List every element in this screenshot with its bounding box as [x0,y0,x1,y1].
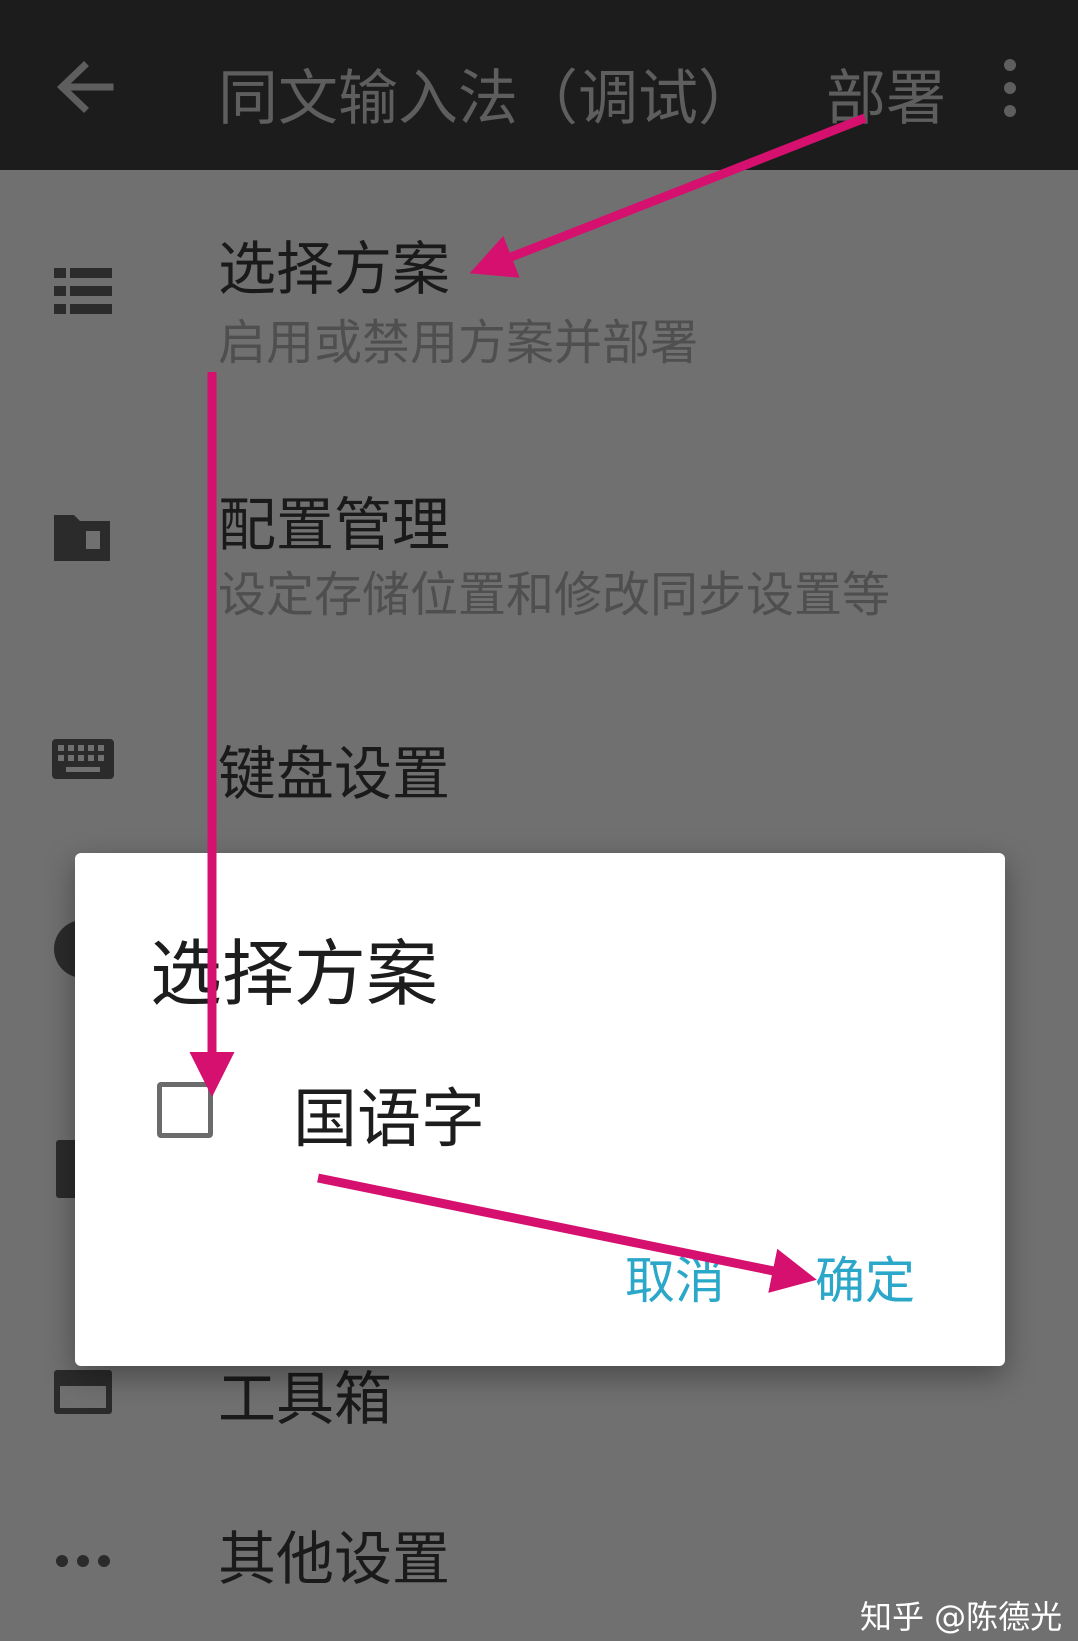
list-icon [52,260,114,322]
cancel-button[interactable]: 取消 [625,1241,725,1313]
select-schema-dialog: 选择方案 国语字 取消 确定 [75,853,1005,1366]
dialog-title: 选择方案 [150,932,439,1016]
menu-item-subtitle: 设定存储位置和修改同步设置等 [218,567,891,623]
page-title: 同文输入法（调试） [218,64,758,134]
app-bar: 同文输入法（调试） 部署 [0,0,1078,170]
more-vert-icon[interactable] [995,55,1025,125]
schema-option-label[interactable]: 国语字 [293,1068,485,1160]
menu-item-subtitle: 启用或禁用方案并部署 [218,315,699,371]
menu-item-config[interactable]: 配置管理 [218,478,450,562]
more-horiz-icon [52,1530,114,1592]
menu-item-select-schema[interactable]: 选择方案 [218,222,450,306]
folder-icon [52,507,114,569]
menu-item-other-settings[interactable]: 其他设置 [218,1512,450,1596]
deploy-button[interactable]: 部署 [826,50,946,137]
toolbox-icon [52,1358,114,1420]
menu-item-keyboard[interactable]: 键盘设置 [218,727,450,811]
schema-checkbox[interactable] [157,1082,213,1138]
keyboard-icon [52,727,114,789]
watermark: 知乎 @陈德光 [860,1598,1063,1636]
ok-button[interactable]: 确定 [815,1241,915,1313]
arrow-back-icon[interactable] [50,52,120,122]
